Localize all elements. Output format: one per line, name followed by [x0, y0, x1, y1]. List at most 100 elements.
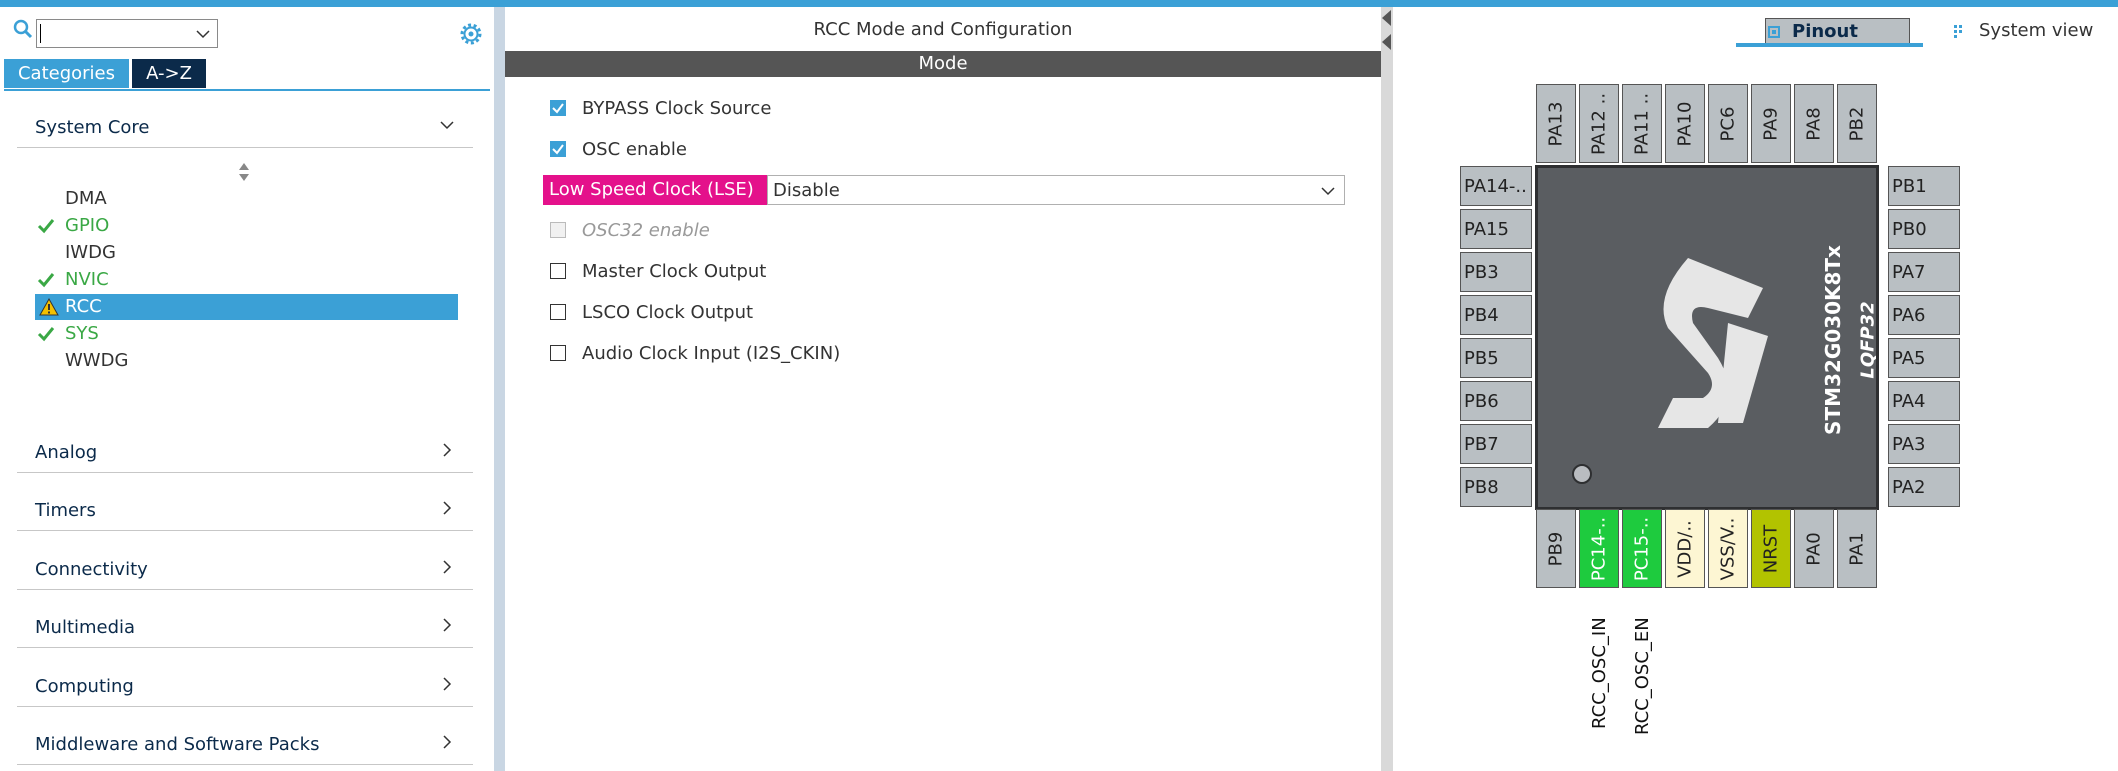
active-tab-underline	[1736, 43, 1923, 47]
bypass-checkbox[interactable]	[550, 100, 566, 116]
chip-icon	[1768, 26, 1780, 38]
audio-label: Audio Clock Input (I2S_CKIN)	[582, 343, 841, 364]
group-timers[interactable]: Timers	[17, 486, 473, 531]
search-icon[interactable]	[12, 18, 34, 40]
pin-pa7[interactable]: PA7	[1888, 252, 1960, 292]
group-label: Middleware and Software Packs	[35, 734, 320, 755]
tab-categories[interactable]: Categories	[4, 59, 129, 88]
lse-select[interactable]: Disable	[767, 175, 1345, 205]
pin-label: PB9	[1545, 531, 1567, 566]
pin-pa9[interactable]: PA9	[1751, 84, 1791, 163]
right-splitter[interactable]	[1381, 7, 1393, 771]
pin-pb6[interactable]: PB6	[1460, 381, 1532, 421]
item-label: NVIC	[65, 269, 109, 290]
pin-pa8[interactable]: PA8	[1794, 84, 1834, 163]
chevron-right-icon[interactable]	[439, 617, 455, 633]
item-label: SYS	[65, 323, 99, 344]
chevron-right-icon[interactable]	[439, 734, 455, 750]
check-icon	[37, 273, 55, 288]
group-multimedia[interactable]: Multimedia	[17, 603, 473, 648]
pin-pb5[interactable]: PB5	[1460, 338, 1532, 378]
chip-package: LQFP32	[1857, 301, 1879, 379]
pin-vss[interactable]: VSS/V..	[1708, 509, 1748, 588]
chevron-down-icon[interactable]	[439, 117, 455, 133]
osc32-label: OSC32 enable	[582, 220, 710, 241]
pinout-panel: Pinout view System view PA13 PA12 .. PA1…	[1393, 7, 2118, 771]
pin-pb0[interactable]: PB0	[1888, 209, 1960, 249]
sidebar-item-iwdg[interactable]: IWDG	[35, 240, 458, 266]
signal-text: RCC_OSC_EN	[1632, 617, 1653, 735]
lsco-checkbox[interactable]	[550, 304, 566, 320]
window-top-bar	[0, 0, 2118, 7]
pin-pb9[interactable]: PB9	[1536, 509, 1576, 588]
pin-pb3[interactable]: PB3	[1460, 252, 1532, 292]
pin-pa12[interactable]: PA12 ..	[1579, 84, 1619, 163]
sidebar-item-rcc[interactable]: RCC	[35, 294, 458, 320]
pin-pa4[interactable]: PA4	[1888, 381, 1960, 421]
pin-label: PA8	[1803, 106, 1825, 141]
pin-pa2[interactable]: PA2	[1888, 467, 1960, 507]
group-system-core[interactable]: System Core	[17, 103, 473, 148]
categories-panel: Categories A->Z System Core DMA GPIO IWD…	[0, 7, 494, 771]
pin-pc14[interactable]: PC14-..	[1579, 509, 1619, 588]
pin-pb2[interactable]: PB2	[1837, 84, 1877, 163]
pin-pa15[interactable]: PA15	[1460, 209, 1532, 249]
osc-enable-checkbox[interactable]	[550, 141, 566, 157]
left-splitter[interactable]	[494, 7, 505, 771]
group-label: Analog	[35, 442, 98, 463]
group-computing[interactable]: Computing	[17, 662, 473, 707]
pin-pc6[interactable]: PC6	[1708, 84, 1748, 163]
sidebar-item-gpio[interactable]: GPIO	[35, 213, 458, 239]
pin-vdd[interactable]: VDD/..	[1665, 509, 1705, 588]
sidebar-item-nvic[interactable]: NVIC	[35, 267, 458, 293]
pin-pa13[interactable]: PA13	[1536, 84, 1576, 163]
mco-checkbox[interactable]	[550, 263, 566, 279]
sidebar-item-sys[interactable]: SYS	[35, 321, 458, 347]
pin-pc15[interactable]: PC15-..	[1622, 509, 1662, 588]
pin-pa3[interactable]: PA3	[1888, 424, 1960, 464]
text-caret	[40, 24, 41, 43]
pin-label: PC6	[1717, 106, 1739, 141]
group-connectivity[interactable]: Connectivity	[17, 545, 473, 590]
pin-pa6[interactable]: PA6	[1888, 295, 1960, 335]
sidebar-item-wwdg[interactable]: WWDG	[35, 348, 458, 374]
lse-label: Low Speed Clock (LSE)	[543, 175, 767, 205]
gear-icon[interactable]	[457, 20, 485, 48]
group-middleware[interactable]: Middleware and Software Packs	[17, 720, 473, 765]
pin-label: NRST	[1760, 524, 1782, 573]
item-label: IWDG	[65, 242, 116, 263]
chevron-right-icon[interactable]	[439, 500, 455, 516]
collapse-arrow-icon[interactable]	[1382, 34, 1391, 50]
pin-pa5[interactable]: PA5	[1888, 338, 1960, 378]
chevron-right-icon[interactable]	[439, 442, 455, 458]
tab-a-to-z[interactable]: A->Z	[132, 59, 206, 88]
chevron-right-icon[interactable]	[439, 559, 455, 575]
mode-configuration-panel: RCC Mode and Configuration Mode BYPASS C…	[505, 7, 1381, 771]
chevron-down-icon[interactable]	[1320, 183, 1336, 199]
sort-icon[interactable]	[237, 161, 251, 183]
group-analog[interactable]: Analog	[17, 428, 473, 473]
pin-pa14[interactable]: PA14-..	[1460, 166, 1532, 206]
panel-title: RCC Mode and Configuration	[813, 19, 1073, 40]
chevron-right-icon[interactable]	[439, 676, 455, 692]
pin-pb7[interactable]: PB7	[1460, 424, 1532, 464]
pin-pb4[interactable]: PB4	[1460, 295, 1532, 335]
audio-checkbox[interactable]	[550, 345, 566, 361]
sidebar-item-dma[interactable]: DMA	[35, 186, 458, 212]
pin-pa1[interactable]: PA1	[1837, 509, 1877, 588]
mode-section-header: Mode	[505, 51, 1381, 77]
pin-nrst[interactable]: NRST	[1751, 509, 1791, 588]
lsco-label: LSCO Clock Output	[582, 302, 754, 323]
pin-pa10[interactable]: PA10	[1665, 84, 1705, 163]
pin-label: VDD/..	[1674, 519, 1696, 578]
chevron-down-icon[interactable]	[195, 26, 211, 42]
search-combo[interactable]	[36, 19, 218, 48]
pin-pb8[interactable]: PB8	[1460, 467, 1532, 507]
pin-pa11[interactable]: PA11 ..	[1622, 84, 1662, 163]
tab-underline	[4, 89, 490, 91]
pin-pa0[interactable]: PA0	[1794, 509, 1834, 588]
collapse-arrow-icon[interactable]	[1382, 10, 1391, 26]
pin-pb1[interactable]: PB1	[1888, 166, 1960, 206]
tab-system-view[interactable]: System view	[1953, 18, 2113, 44]
tab-pinout-view[interactable]: Pinout view	[1765, 18, 1910, 44]
